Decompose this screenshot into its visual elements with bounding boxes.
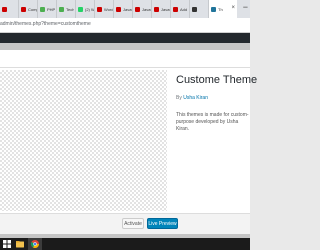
browser-tab-label: Th	[218, 6, 223, 12]
browser-tab[interactable]: Compr	[19, 0, 38, 18]
address-bar[interactable]: admin/themes.php?theme=customtheme	[0, 18, 250, 33]
wp-admin-bar	[0, 33, 250, 43]
browser-tab[interactable]: (2) W	[76, 0, 95, 18]
minimize-window-icon[interactable]: −	[243, 3, 248, 12]
browser-tab-label: Tech	[66, 6, 75, 12]
theme-description: This themes is made for custom-purpose d…	[176, 112, 249, 132]
theme-name: Custome Theme	[176, 74, 258, 86]
theme-author-link[interactable]: Usha Kiran	[183, 95, 208, 101]
whatsapp-icon	[78, 6, 83, 12]
browser-tab-label: Javas	[142, 6, 151, 12]
windows-start-icon[interactable]	[3, 240, 11, 248]
browser-tab[interactable]: Tech	[57, 0, 76, 18]
youtube-icon	[154, 6, 159, 12]
youtube-icon	[97, 6, 102, 12]
browser-tab[interactable]: Javas	[114, 0, 133, 18]
browser-tab-label: Add	[180, 6, 188, 12]
browser-tab-label: Javas	[161, 6, 170, 12]
close-tab-icon[interactable]: ×	[231, 5, 235, 11]
theme-author-prefix: By	[176, 95, 182, 101]
browser-tab-label: Wordp	[104, 6, 113, 12]
live-preview-button[interactable]: Live Preview	[147, 218, 178, 229]
youtube-icon	[116, 6, 121, 12]
youtube-icon	[21, 6, 26, 12]
url-text[interactable]: admin/themes.php?theme=customtheme	[0, 21, 91, 27]
browser-tab-strip: Compr PHP T Tech (2) W Wordp Javas Javas Javas A…	[0, 0, 250, 18]
page-icon	[192, 6, 197, 12]
modal-footer: Activate Live Preview	[0, 213, 250, 234]
browser-tab[interactable]: Wordp	[95, 0, 114, 18]
youtube-icon	[2, 6, 7, 12]
browser-tab-label: Compr	[28, 6, 37, 12]
theme-details-modal: Custome Theme By Usha Kiran This themes …	[0, 50, 257, 234]
browser-tab-label: (2) W	[85, 6, 94, 12]
browser-tab[interactable]	[190, 0, 209, 18]
youtube-icon	[135, 6, 140, 12]
modal-header	[0, 50, 250, 68]
theme-author: By Usha Kiran	[176, 95, 208, 101]
browser-tab[interactable]: PHP T	[38, 0, 57, 18]
browser-tab[interactable]: Javas	[152, 0, 171, 18]
site-icon	[59, 6, 64, 12]
youtube-icon	[173, 6, 178, 12]
theme-screenshot-placeholder	[0, 70, 167, 211]
os-taskbar	[0, 238, 250, 250]
file-explorer-icon[interactable]	[16, 240, 24, 248]
browser-tab[interactable]: Javas	[133, 0, 152, 18]
wordpress-icon	[211, 6, 216, 12]
browser-tab[interactable]	[0, 0, 19, 18]
site-icon	[40, 6, 45, 12]
activate-button[interactable]: Activate	[122, 218, 144, 229]
browser-tab-label: Javas	[123, 6, 132, 12]
browser-tab-label: PHP T	[47, 6, 56, 12]
browser-tab-active[interactable]: Th ×	[209, 0, 237, 18]
chrome-icon[interactable]	[31, 240, 39, 248]
browser-tab[interactable]: Add	[171, 0, 190, 18]
